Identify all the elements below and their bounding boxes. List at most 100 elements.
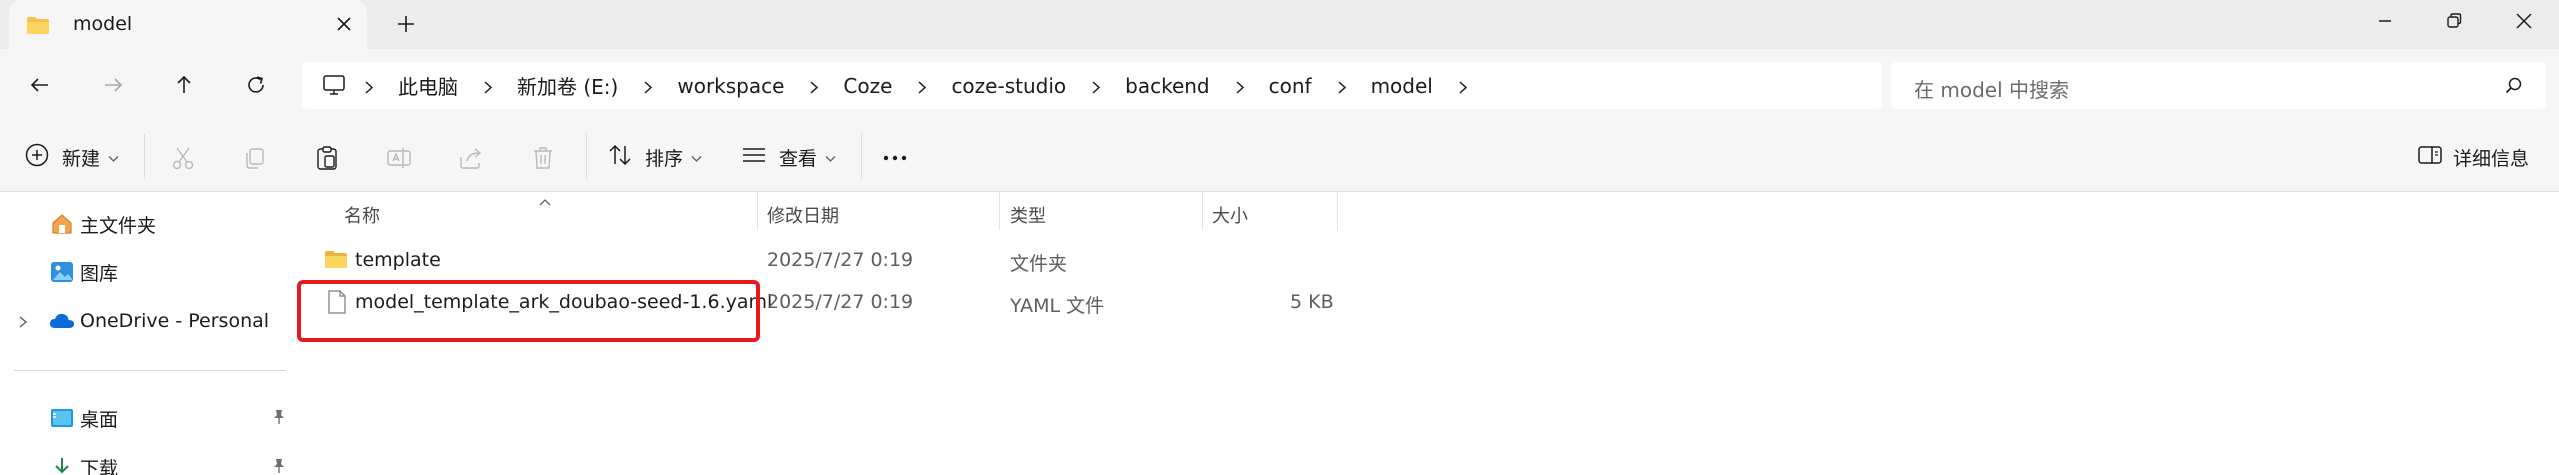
- sort-label: 排序: [645, 147, 684, 170]
- sort-ascending-icon: [538, 192, 552, 211]
- view-button[interactable]: 查看: [741, 122, 836, 192]
- up-button[interactable]: [171, 72, 197, 98]
- sort-button[interactable]: 排序: [607, 122, 702, 192]
- chevron-right-icon[interactable]: [1233, 79, 1246, 94]
- breadcrumb-item[interactable]: backend: [1125, 74, 1210, 98]
- chevron-down-icon: [825, 148, 836, 167]
- close-window-icon[interactable]: [2511, 8, 2537, 34]
- column-divider[interactable]: [1337, 192, 1338, 230]
- sidebar-item-label: 下载: [80, 457, 119, 475]
- file-name: template: [355, 249, 441, 271]
- column-header-modified[interactable]: 修改日期: [767, 202, 839, 228]
- share-icon[interactable]: [457, 144, 485, 172]
- chevron-down-icon: [108, 148, 119, 167]
- computer-icon: [322, 74, 346, 100]
- file-modified: 2025/7/27 0:19: [767, 249, 914, 271]
- tab-model[interactable]: model: [9, 0, 367, 49]
- toolbar-divider: [586, 134, 587, 179]
- chevron-right-icon[interactable]: [641, 79, 654, 94]
- sort-icon: [607, 142, 633, 172]
- column-header-size[interactable]: 大小: [1212, 202, 1248, 228]
- chevron-right-icon[interactable]: [1456, 79, 1469, 94]
- chevron-right-icon[interactable]: [1335, 79, 1348, 94]
- restore-icon[interactable]: [2441, 8, 2467, 34]
- chevron-right-icon[interactable]: [18, 314, 28, 333]
- file-type: YAML 文件: [1010, 295, 1105, 317]
- close-icon[interactable]: [331, 11, 357, 37]
- column-header-type[interactable]: 类型: [1010, 202, 1046, 228]
- gallery-icon: [48, 258, 76, 286]
- details-button[interactable]: 详细信息: [2417, 122, 2529, 192]
- sidebar-item-label: 桌面: [80, 408, 119, 431]
- column-divider[interactable]: [1202, 192, 1203, 230]
- sidebar-item-gallery[interactable]: 图库: [48, 257, 118, 287]
- highlight-box: [297, 280, 760, 342]
- breadcrumb-item[interactable]: Coze: [843, 74, 892, 98]
- breadcrumb-item[interactable]: 此电脑: [398, 71, 458, 100]
- back-button[interactable]: [27, 72, 53, 98]
- desktop-icon: [48, 404, 76, 432]
- file-size: 5 KB: [1290, 291, 1334, 313]
- chevron-down-icon: [691, 148, 702, 167]
- pin-icon[interactable]: [271, 408, 287, 430]
- folder-icon: [324, 250, 348, 273]
- file-type: 文件夹: [1010, 253, 1068, 275]
- new-button[interactable]: 新建: [24, 122, 119, 192]
- tab-title: model: [73, 13, 133, 35]
- folder-icon: [26, 16, 50, 39]
- breadcrumb-item[interactable]: conf: [1269, 74, 1312, 98]
- title-bar: model: [0, 0, 2559, 49]
- sidebar-item-downloads[interactable]: 下载: [48, 452, 118, 475]
- refresh-button[interactable]: [243, 72, 269, 98]
- breadcrumb-item[interactable]: 新加卷 (E:): [517, 71, 618, 100]
- breadcrumb-item[interactable]: coze-studio: [951, 74, 1066, 98]
- sidebar-item-label: OneDrive - Personal: [80, 310, 270, 332]
- plus-circle-icon: [24, 142, 50, 172]
- plus-icon[interactable]: [393, 11, 419, 37]
- view-list-icon: [741, 142, 767, 172]
- breadcrumb-item[interactable]: model: [1371, 74, 1433, 98]
- breadcrumb: 此电脑 新加卷 (E:) workspace Coze coze-studio …: [362, 62, 1492, 109]
- column-header-name[interactable]: 名称: [344, 202, 380, 228]
- forward-button[interactable]: [100, 72, 126, 98]
- paste-icon[interactable]: [313, 144, 341, 172]
- delete-icon[interactable]: [529, 144, 557, 172]
- more-options-icon[interactable]: [881, 144, 909, 172]
- file-modified: 2025/7/27 0:19: [767, 291, 914, 313]
- cloud-icon: [48, 307, 76, 335]
- details-label: 详细信息: [2453, 147, 2530, 170]
- address-row: 此电脑 新加卷 (E:) workspace Coze coze-studio …: [0, 49, 2559, 122]
- sidebar-item-onedrive[interactable]: OneDrive - Personal: [48, 306, 269, 336]
- sidebar-item-label: 主文件夹: [80, 214, 157, 237]
- sidebar-item-label: 图库: [80, 262, 119, 285]
- copy-icon[interactable]: [241, 144, 269, 172]
- navigation-pane: 主文件夹 图库 OneDrive - Personal 桌面 下载: [0, 192, 297, 475]
- column-divider[interactable]: [999, 192, 1000, 230]
- column-divider[interactable]: [757, 192, 758, 230]
- search-input[interactable]: 在 model 中搜索: [1891, 62, 2546, 109]
- table-row[interactable]: template 2025/7/27 0:19 文件夹: [297, 239, 1347, 281]
- search-icon[interactable]: [2504, 76, 2524, 100]
- rename-icon[interactable]: [385, 144, 413, 172]
- sidebar-item-home[interactable]: 主文件夹: [48, 209, 156, 239]
- home-icon: [48, 210, 76, 238]
- cut-icon[interactable]: [169, 144, 197, 172]
- breadcrumb-item[interactable]: workspace: [677, 74, 784, 98]
- chevron-right-icon[interactable]: [1089, 79, 1102, 94]
- view-label: 查看: [779, 147, 818, 170]
- address-bar[interactable]: 此电脑 新加卷 (E:) workspace Coze coze-studio …: [302, 62, 1882, 109]
- details-pane-icon: [2417, 144, 2443, 170]
- new-label: 新建: [62, 147, 101, 170]
- chevron-right-icon[interactable]: [915, 79, 928, 94]
- chevron-right-icon[interactable]: [481, 79, 494, 94]
- chevron-right-icon[interactable]: [807, 79, 820, 94]
- toolbar-divider: [861, 134, 862, 179]
- toolbar-divider: [144, 134, 145, 179]
- pin-icon[interactable]: [271, 457, 287, 475]
- sidebar-divider: [14, 370, 286, 371]
- download-icon: [48, 453, 76, 475]
- search-placeholder: 在 model 中搜索: [1914, 78, 2069, 102]
- sidebar-item-desktop[interactable]: 桌面: [48, 403, 118, 433]
- chevron-right-icon: [362, 79, 375, 94]
- minimize-icon[interactable]: [2372, 8, 2398, 34]
